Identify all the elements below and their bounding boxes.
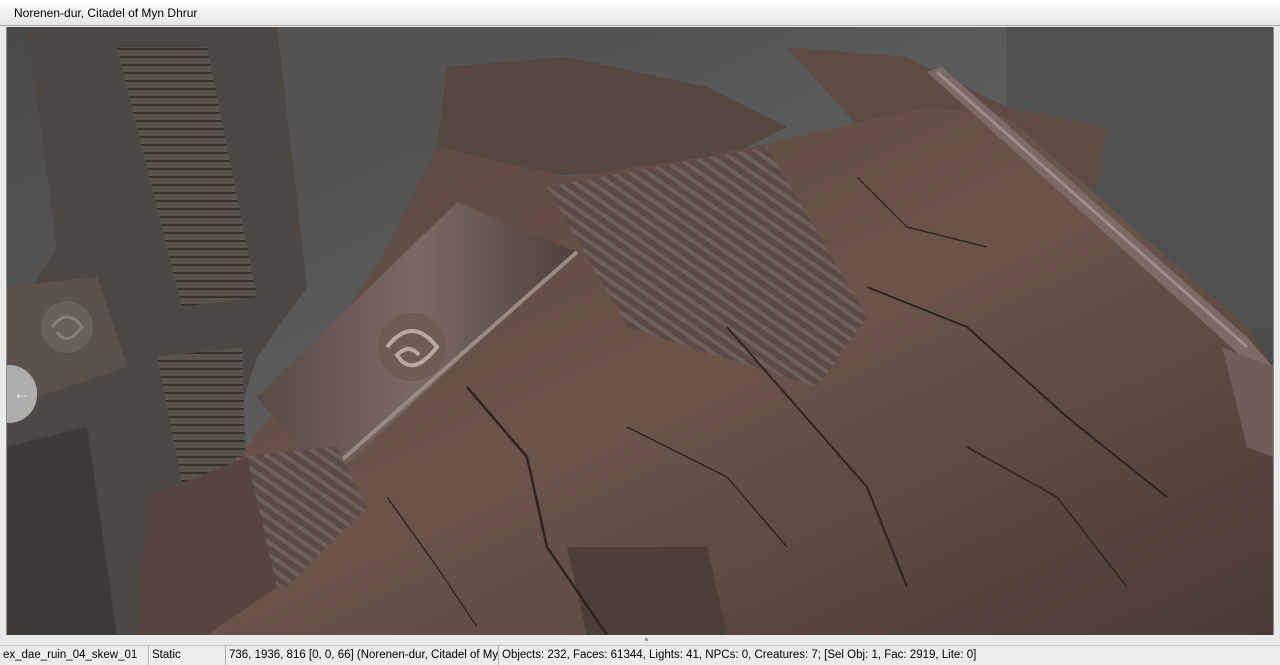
scene-render <box>7 27 1273 635</box>
splitter-grip[interactable] <box>645 638 648 641</box>
title-bar[interactable]: Norenen-dur, Citadel of Myn Dhrur <box>0 0 1280 26</box>
render-window: Norenen-dur, Citadel of Myn Dhrur ← ex_d… <box>0 0 1280 665</box>
3d-render-viewport[interactable]: ← <box>6 27 1274 635</box>
status-object-type: Static <box>149 646 226 665</box>
pan-left-arrow-icon: ← <box>13 383 31 403</box>
splitter-bar[interactable] <box>0 635 1280 645</box>
status-selected-object: ex_dae_ruin_04_skew_01 <box>0 646 149 665</box>
status-coordinates: 736, 1936, 816 [0, 0, 66] (Norenen-dur, … <box>226 646 499 665</box>
status-bar: ex_dae_ruin_04_skew_01 Static 736, 1936,… <box>0 645 1280 665</box>
window-title: Norenen-dur, Citadel of Myn Dhrur <box>14 6 198 20</box>
status-scene-stats: Objects: 232, Faces: 61344, Lights: 41, … <box>502 649 977 661</box>
